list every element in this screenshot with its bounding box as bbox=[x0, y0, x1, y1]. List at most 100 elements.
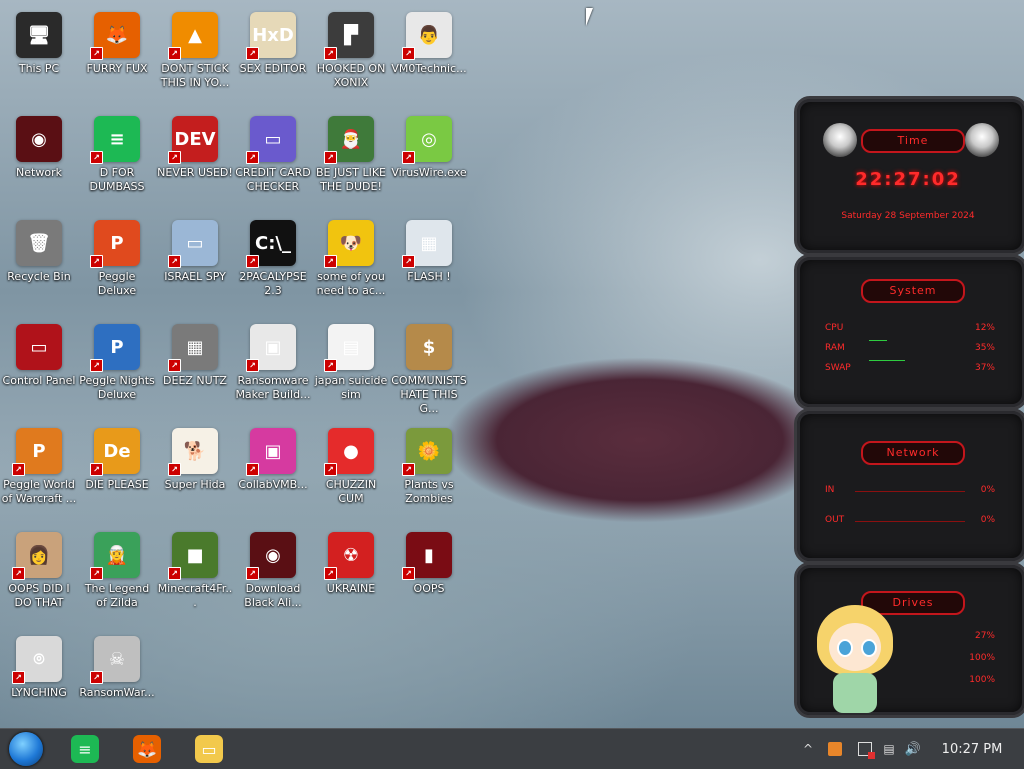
start-button[interactable] bbox=[6, 732, 46, 766]
tray-overflow-chevron[interactable]: ^ bbox=[800, 732, 816, 766]
drive-value: 100% bbox=[969, 653, 995, 663]
desktop-icon[interactable]: ▛ ↗ HOOKED ON XONIX bbox=[312, 6, 390, 106]
shortcut-arrow-icon: ↗ bbox=[246, 463, 259, 476]
tray-clock[interactable]: 10:27 PM bbox=[936, 732, 1008, 766]
desktop-icon[interactable]: ▦ ↗ FLASH ! bbox=[390, 214, 468, 314]
desktop-icon[interactable]: 🎅 ↗ BE JUST LIKE THE DUDE! bbox=[312, 110, 390, 210]
desktop-icon[interactable]: 👨 ↗ VM0Technic... bbox=[390, 6, 468, 106]
desktop-icon[interactable]: ▣ ↗ Ransomware Maker Build... bbox=[234, 318, 312, 418]
desktop-icon[interactable]: 🗑 Recycle Bin bbox=[0, 214, 78, 314]
desktop-icon[interactable]: 🧝 ↗ The Legend of Zilda bbox=[78, 526, 156, 626]
desktop-icon[interactable]: ▮ ↗ OOPS bbox=[390, 526, 468, 626]
app-icon: ▣ ↗ bbox=[246, 428, 296, 476]
network-tray-icon[interactable]: ▤ bbox=[880, 732, 898, 766]
drives-panel: Drives 27% 100% 100% bbox=[794, 562, 1024, 718]
desktop-icon[interactable]: ▭ ↗ ISRAEL SPY bbox=[156, 214, 234, 314]
app-icon: ▣ ↗ bbox=[246, 324, 296, 372]
taskbar-pinned-app[interactable]: 🦊 bbox=[130, 732, 164, 766]
desktop-icon[interactable]: ☢ ↗ UKRAINE bbox=[312, 526, 390, 626]
drive-value: 27% bbox=[974, 631, 995, 641]
desktop-icon[interactable]: ▦ ↗ DEEZ NUTZ bbox=[156, 318, 234, 418]
desktop-icon[interactable]: P ↗ Peggle Nights Deluxe bbox=[78, 318, 156, 418]
desktop-icon-label: 2PACALYPSE 2.3 bbox=[239, 270, 307, 297]
shortcut-arrow-icon: ↗ bbox=[246, 151, 259, 164]
shortcut-arrow-icon: ↗ bbox=[324, 567, 337, 580]
desktop-icon-label: Download Black Ali... bbox=[244, 582, 302, 609]
desktop-icon[interactable]: ◉ ↗ Download Black Ali... bbox=[234, 526, 312, 626]
desktop-icon[interactable]: $ COMMUNISTS HATE THIS G... bbox=[390, 318, 468, 418]
desktop-icon[interactable]: ▤ ↗ japan suicide sim bbox=[312, 318, 390, 418]
desktop-icon-label: Peggle Nights Deluxe bbox=[79, 374, 155, 401]
desktop-icon-label: RansomWar... bbox=[79, 686, 155, 699]
shortcut-arrow-icon: ↗ bbox=[402, 151, 415, 164]
cpu-label: CPU bbox=[825, 323, 844, 333]
desktop-icon-label: Peggle World of Warcraft ... bbox=[1, 478, 77, 505]
desktop-icon[interactable]: 👩 ↗ OOPS DID I DO THAT bbox=[0, 526, 78, 626]
app-icon: ▮ ↗ bbox=[402, 532, 452, 580]
desktop-icon[interactable]: ☠ ↗ RansomWar... bbox=[78, 630, 156, 728]
taskbar-pinned-app[interactable]: ▭ bbox=[192, 732, 226, 766]
shortcut-arrow-icon: ↗ bbox=[168, 463, 181, 476]
shortcut-arrow-icon: ↗ bbox=[324, 255, 337, 268]
network-title: Network bbox=[861, 441, 965, 465]
shortcut-arrow-icon: ↗ bbox=[246, 47, 259, 60]
taskbar: ^ ▤ 🔊 10:27 PM ≡ 🦊 ▭ bbox=[0, 728, 1024, 769]
shortcut-arrow-icon: ↗ bbox=[90, 567, 103, 580]
firefox-icon: 🦊 bbox=[133, 735, 161, 763]
desktop-icon[interactable]: De ↗ DIE PLEASE bbox=[78, 422, 156, 522]
app-icon: 🦊 ↗ bbox=[90, 12, 140, 60]
net-in-label: IN bbox=[825, 485, 835, 495]
system-monitor-widget: Time 22:27:02 Saturday 28 September 2024… bbox=[794, 96, 1024, 718]
app-icon: 🌼 ↗ bbox=[402, 428, 452, 476]
desktop-icon[interactable]: 🌼 ↗ Plants vs Zombies bbox=[390, 422, 468, 522]
net-in-value: 0% bbox=[980, 485, 995, 495]
app-icon: ☠ ↗ bbox=[90, 636, 140, 684]
cpu-row: CPU 12% bbox=[825, 323, 995, 333]
action-center-icon[interactable] bbox=[856, 732, 875, 766]
desktop-icon-label: FURRY FUX bbox=[86, 62, 148, 75]
net-out-label: OUT bbox=[825, 515, 845, 525]
drive-value: 100% bbox=[969, 675, 995, 685]
desktop-icon[interactable]: 🐕 ↗ Super Hida bbox=[156, 422, 234, 522]
desktop-icon[interactable]: ◎ ↗ VirusWire.exe bbox=[390, 110, 468, 210]
app-icon: 👩 ↗ bbox=[12, 532, 62, 580]
app-icon: 🧝 ↗ bbox=[90, 532, 140, 580]
desktop-icon[interactable]: ■ ↗ Minecraft4Fr... bbox=[156, 526, 234, 626]
alien-logo-icon bbox=[823, 123, 857, 157]
desktop-icon-label: OOPS bbox=[413, 582, 445, 595]
shortcut-arrow-icon: ↗ bbox=[12, 463, 25, 476]
desktop-icon-label: OOPS DID I DO THAT bbox=[8, 582, 70, 609]
desktop-icon[interactable]: ⌾ ↗ LYNCHING bbox=[0, 630, 78, 728]
shortcut-arrow-icon: ↗ bbox=[402, 567, 415, 580]
shortcut-arrow-icon: ↗ bbox=[246, 359, 259, 372]
desktop-icon[interactable]: ≡ ↗ D FOR DUMBASS bbox=[78, 110, 156, 210]
desktop-icon[interactable]: ▭ Control Panel bbox=[0, 318, 78, 418]
desktop-icon[interactable]: ▭ ↗ CREDIT CARD CHECKER bbox=[234, 110, 312, 210]
file-explorer-icon: ▭ bbox=[195, 735, 223, 763]
shortcut-arrow-icon: ↗ bbox=[12, 567, 25, 580]
shortcut-arrow-icon: ↗ bbox=[90, 671, 103, 684]
desktop-icon[interactable]: C:\_ ↗ 2PACALYPSE 2.3 bbox=[234, 214, 312, 314]
desktop-icon[interactable]: HxD ↗ SEX EDITOR bbox=[234, 6, 312, 106]
desktop-icon[interactable]: DEV ↗ NEVER USED! bbox=[156, 110, 234, 210]
desktop-icon[interactable]: ◉ Network bbox=[0, 110, 78, 210]
app-icon: ▭ ↗ bbox=[168, 220, 218, 268]
tray-app-icon[interactable] bbox=[826, 732, 844, 766]
desktop-icon[interactable]: P ↗ Peggle World of Warcraft ... bbox=[0, 422, 78, 522]
desktop-icon[interactable]: P ↗ Peggle Deluxe bbox=[78, 214, 156, 314]
volume-icon[interactable]: 🔊 bbox=[904, 732, 922, 766]
desktop-icon-label: Minecraft4Fr... bbox=[157, 582, 233, 609]
desktop-icon[interactable]: 🦊 ↗ FURRY FUX bbox=[78, 6, 156, 106]
desktop-icon[interactable]: 🖥 This PC bbox=[0, 6, 78, 106]
desktop-icon[interactable]: 🐶 ↗ some of you need to ac... bbox=[312, 214, 390, 314]
shortcut-arrow-icon: ↗ bbox=[90, 255, 103, 268]
shortcut-arrow-icon: ↗ bbox=[168, 255, 181, 268]
net-out-graph bbox=[855, 521, 965, 522]
cartoon-character-icon bbox=[807, 605, 903, 715]
desktop-icon[interactable]: ● ↗ CHUZZIN CUM bbox=[312, 422, 390, 522]
desktop-icon-label: Plants vs Zombies bbox=[404, 478, 454, 505]
taskbar-pinned-app[interactable]: ≡ bbox=[68, 732, 102, 766]
desktop-icon[interactable]: ▲ ↗ DONT STICK THIS IN YO... bbox=[156, 6, 234, 106]
cpu-value: 12% bbox=[974, 323, 995, 333]
desktop-icon[interactable]: ▣ ↗ CollabVMB... bbox=[234, 422, 312, 522]
